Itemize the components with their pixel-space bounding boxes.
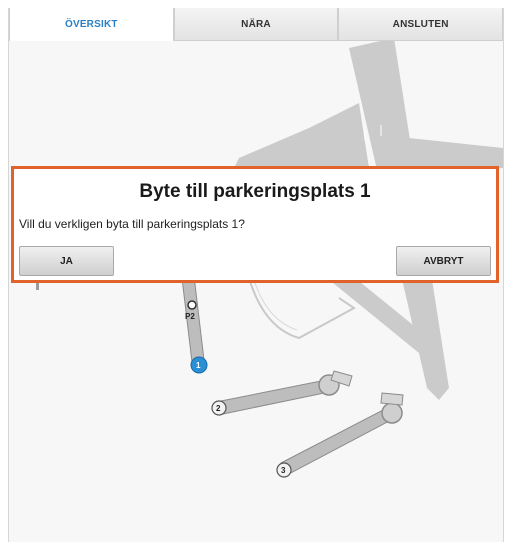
confirm-dialog: Byte till parkeringsplats 1 Vill du verk… bbox=[11, 166, 499, 283]
dialog-message: Vill du verkligen byta till parkeringspl… bbox=[19, 217, 245, 231]
stand-1-label: 1 bbox=[196, 361, 201, 370]
cancel-button[interactable]: AVBRYT bbox=[396, 246, 491, 276]
confirm-button[interactable]: JA bbox=[19, 246, 114, 276]
jet-bridge-2[interactable] bbox=[220, 370, 353, 415]
stand-2-label: 2 bbox=[216, 404, 221, 413]
app-frame: ÖVERSIKT NÄRA ANSLUTEN P2 1 2 3 Byte til… bbox=[8, 8, 504, 542]
tab-ansluten[interactable]: ANSLUTEN bbox=[338, 8, 503, 41]
dialog-title: Byte till parkeringsplats 1 bbox=[139, 181, 371, 202]
tab-bar: ÖVERSIKT NÄRA ANSLUTEN bbox=[9, 8, 503, 41]
gate-marker bbox=[187, 300, 197, 310]
jet-bridge-3[interactable] bbox=[280, 392, 404, 476]
gate-marker-label: P2 bbox=[185, 312, 195, 321]
tab-nara[interactable]: NÄRA bbox=[173, 8, 339, 41]
tab-oversikt[interactable]: ÖVERSIKT bbox=[9, 8, 174, 41]
stand-3-label: 3 bbox=[281, 466, 286, 475]
